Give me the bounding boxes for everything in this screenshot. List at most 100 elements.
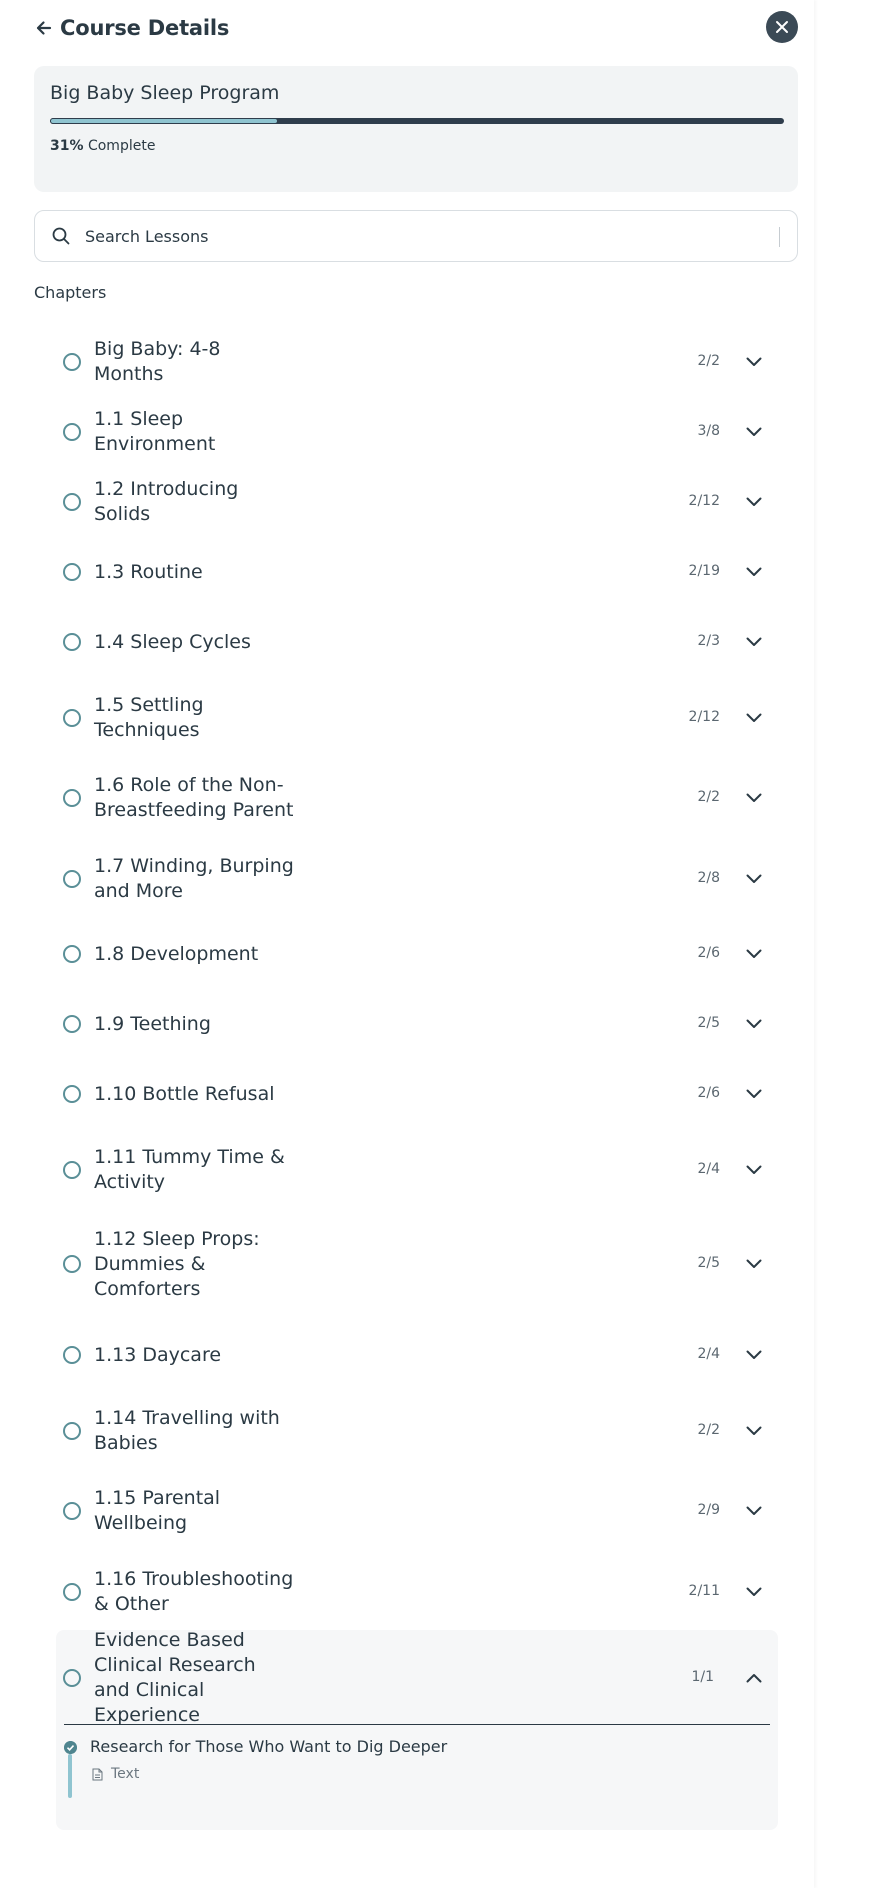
chapter-row[interactable]: 1.4 Sleep Cycles 2/3: [34, 620, 798, 664]
chevron-down-icon[interactable]: [746, 1350, 762, 1360]
chapter-count: 2/6: [697, 1085, 720, 1101]
chapter-title: 1.12 Sleep Props: Dummies & Comforters: [94, 1227, 260, 1300]
chapter-row[interactable]: 1.7 Winding, Burping and More 2/8: [34, 852, 798, 906]
back-button[interactable]: Course Details: [34, 16, 229, 40]
arrow-left-icon: [36, 21, 52, 35]
chapter-title: 1.5 Settling Techniques: [94, 694, 204, 741]
close-button[interactable]: [766, 11, 798, 43]
lesson-item[interactable]: Research for Those Who Want to Dig Deepe…: [64, 1737, 764, 1800]
chapter-status-circle: [63, 1255, 81, 1273]
chevron-down-icon[interactable]: [746, 427, 762, 437]
header: Course Details: [34, 10, 798, 46]
chapter-status-circle: [63, 709, 81, 727]
chapter-count: 2/4: [697, 1161, 720, 1177]
chevron-down-icon[interactable]: [746, 567, 762, 577]
chapter-count: 2/4: [697, 1346, 720, 1362]
chapter-row[interactable]: 1.8 Development 2/6: [34, 932, 798, 976]
chevron-down-icon[interactable]: [746, 1259, 762, 1269]
chapter-row[interactable]: 1.3 Routine 2/19: [34, 550, 798, 594]
chapter-title: 1.8 Development: [94, 942, 259, 965]
chapter-status-circle: [63, 1669, 81, 1687]
chevron-down-icon[interactable]: [746, 793, 762, 803]
chapter-status-circle: [63, 493, 81, 511]
chapter-count: 2/2: [697, 353, 720, 369]
lesson-progress-line: [68, 1754, 72, 1798]
chapter-title: 1.13 Daycare: [94, 1343, 222, 1366]
chapter-title: 1.2 Introducing Solids: [94, 478, 239, 525]
progress-bar-fill: [50, 118, 278, 124]
chevron-up-icon[interactable]: [746, 1673, 762, 1683]
chapter-status-circle: [63, 1015, 81, 1033]
chapter-title: 1.6 Role of the Non-Breastfeeding Parent: [94, 774, 294, 821]
chapters-heading: Chapters: [34, 283, 107, 302]
chapter-status-circle: [63, 563, 81, 581]
chapter-title: 1.16 Troubleshooting & Other: [94, 1568, 294, 1615]
progress-suffix: Complete: [87, 138, 156, 154]
search-box: [34, 210, 798, 262]
search-icon: [52, 227, 70, 245]
chapter-row[interactable]: 1.12 Sleep Props: Dummies & Comforters 2/…: [34, 1224, 798, 1304]
chevron-down-icon[interactable]: [746, 637, 762, 647]
chapter-row[interactable]: 1.2 Introducing Solids 2/12: [34, 478, 798, 525]
chapter-row[interactable]: 1.14 Travelling with Babies 2/2: [34, 1404, 798, 1458]
chapter-title: 1.10 Bottle Refusal: [94, 1082, 275, 1105]
chapter-row[interactable]: 1.5 Settling Techniques 2/12: [34, 691, 798, 745]
chevron-down-icon[interactable]: [746, 1019, 762, 1029]
chevron-down-icon[interactable]: [746, 1165, 762, 1175]
search-input[interactable]: [83, 225, 727, 247]
chapter-row[interactable]: 1.11 Tummy Time & Activity 2/4: [34, 1143, 798, 1197]
chevron-down-icon[interactable]: [746, 497, 762, 507]
progress-value: 31: [50, 138, 70, 154]
chapter-status-circle: [63, 423, 81, 441]
chapter-row[interactable]: Evidence Based Clinical Research and Cli…: [34, 1629, 798, 1726]
chapter-title: Evidence Based Clinical Research and Cli…: [94, 1629, 256, 1726]
chapter-title: 1.14 Travelling with Babies: [94, 1407, 280, 1454]
chapter-title: 1.9 Teething: [94, 1012, 211, 1035]
chapter-title: 1.11 Tummy Time & Activity: [94, 1146, 285, 1193]
chevron-down-icon[interactable]: [746, 874, 762, 884]
chevron-down-icon[interactable]: [746, 713, 762, 723]
chapter-count: 2/11: [688, 1583, 720, 1599]
chevron-down-icon[interactable]: [746, 1587, 762, 1597]
chevron-down-icon[interactable]: [746, 1506, 762, 1516]
progress-text: 31% Complete: [50, 138, 155, 154]
chapter-status-circle: [63, 870, 81, 888]
chevron-down-icon[interactable]: [746, 949, 762, 959]
chapter-count: 2/12: [688, 709, 720, 725]
chevron-down-icon[interactable]: [746, 1089, 762, 1099]
chapter-title: 1.15 Parental Wellbeing: [94, 1487, 221, 1534]
chapter-status-circle: [63, 1502, 81, 1520]
chapter-row[interactable]: 1.9 Teething 2/5: [34, 1002, 798, 1046]
chapter-row[interactable]: 1.16 Troubleshooting & Other 2/11: [34, 1565, 798, 1619]
chapter-status-circle: [63, 633, 81, 651]
chapter-count: 2/5: [697, 1015, 720, 1031]
chapter-count: 2/3: [697, 633, 720, 649]
chapter-row[interactable]: 1.15 Parental Wellbeing 2/9: [34, 1484, 798, 1538]
chapter-row[interactable]: 1.13 Daycare 2/4: [34, 1333, 798, 1377]
search-divider: [779, 227, 780, 247]
chapter-count: 2/19: [688, 563, 720, 579]
course-progress-card: Big Baby Sleep Program 31% Complete: [34, 66, 798, 192]
chapter-count: 2/9: [697, 1502, 720, 1518]
close-icon: [776, 21, 788, 33]
page-title: Course Details: [60, 16, 230, 40]
chapter-row[interactable]: 1.10 Bottle Refusal 2/6: [34, 1072, 798, 1116]
chapter-row[interactable]: 1.6 Role of the Non-Breastfeeding Parent…: [34, 771, 798, 825]
chapter-status-circle: [63, 1422, 81, 1440]
chapter-row[interactable]: Big Baby: 4-8 Months 2/2: [34, 338, 798, 385]
chevron-down-icon[interactable]: [746, 357, 762, 367]
chapter-status-circle: [63, 1161, 81, 1179]
lesson-type: Text: [92, 1766, 139, 1782]
chevron-down-icon[interactable]: [746, 1426, 762, 1436]
chapter-title: 1.4 Sleep Cycles: [94, 630, 251, 653]
chapter-status-circle: [63, 353, 81, 371]
chapter-title: Big Baby: 4-8 Months: [94, 338, 221, 385]
chapter-row[interactable]: 1.1 Sleep Environment 3/8: [34, 408, 798, 455]
chapter-status-circle: [63, 1583, 81, 1601]
chapter-status-circle: [63, 945, 81, 963]
chapter-status-circle: [63, 789, 81, 807]
chapter-title: 1.3 Routine: [94, 560, 203, 583]
chapter-count: 2/8: [697, 870, 720, 886]
chapter-count: 3/8: [697, 423, 720, 439]
chapter-count: 1/1: [691, 1669, 714, 1685]
